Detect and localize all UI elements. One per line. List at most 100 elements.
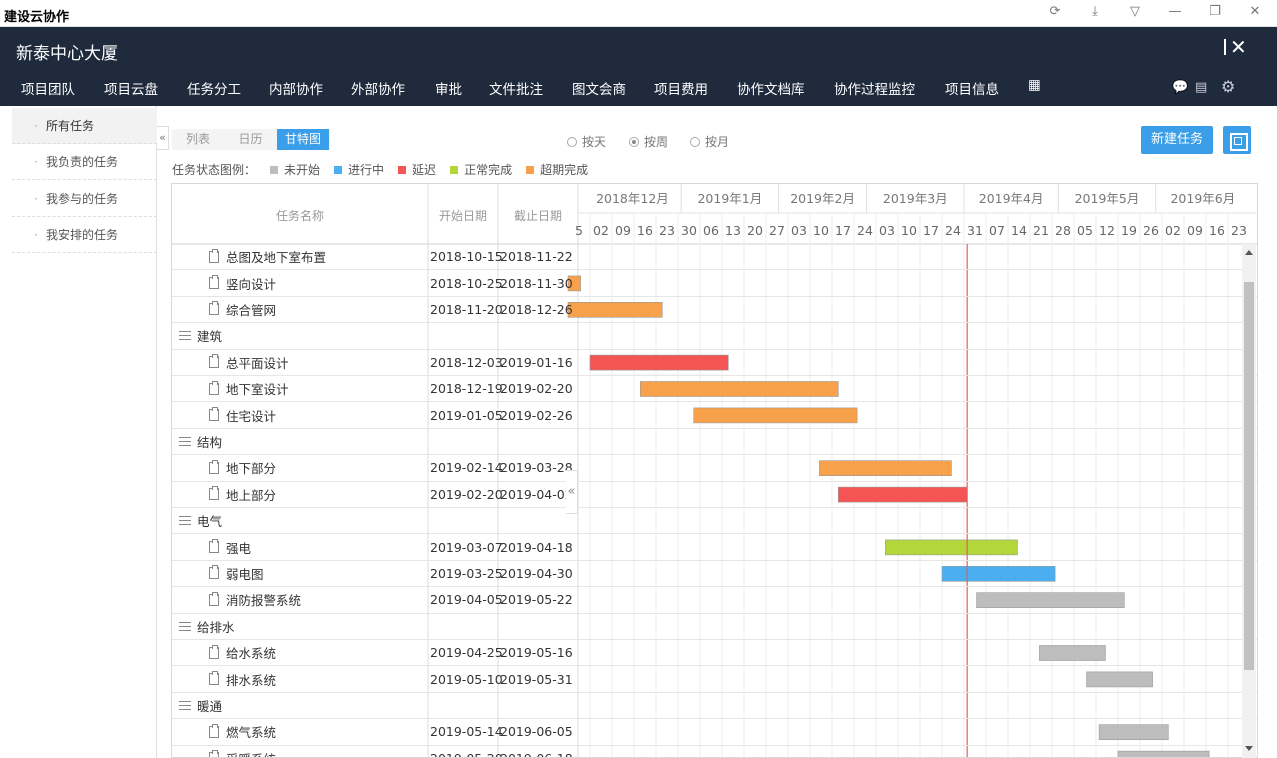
settings-icon[interactable]: ⚙: [1221, 77, 1235, 96]
nav-tab-6[interactable]: 文件批注: [489, 78, 543, 98]
table-row[interactable]: 强电 2019-03-07 2019-04-18: [172, 534, 1257, 561]
apps-grid-icon[interactable]: ▦: [1028, 77, 1041, 93]
list-icon: [179, 516, 191, 526]
scale-radio-1[interactable]: 按周: [629, 133, 668, 150]
table-row[interactable]: 消防报警系统 2019-04-05 2019-05-22: [172, 587, 1257, 614]
new-task-button[interactable]: 新建任务: [1141, 126, 1213, 154]
start-date: 2018-12-19: [430, 381, 503, 397]
table-row[interactable]: 地下部分 2019-02-14 2019-03-28: [172, 455, 1257, 482]
task-name: 排水系统: [226, 672, 277, 688]
table-row[interactable]: 弱电图 2019-03-25 2019-04-30: [172, 561, 1257, 588]
task-name-cell: 电气: [179, 508, 222, 533]
nav-tab-8[interactable]: 项目费用: [654, 78, 708, 98]
end-date: 2019-05-22: [500, 592, 573, 608]
task-name: 强电: [226, 540, 252, 556]
list-icon: [179, 700, 191, 710]
restore-icon[interactable]: ❐: [1200, 2, 1230, 22]
nav-tab-11[interactable]: 项目信息: [945, 78, 999, 98]
group-row[interactable]: 电气: [172, 508, 1257, 535]
end-date: 2019-04-18: [500, 539, 573, 555]
clipboard-icon: [209, 539, 219, 554]
group-row[interactable]: 暖通: [172, 693, 1257, 720]
scale-radio-label: 按天: [582, 135, 607, 149]
nav-tab-7[interactable]: 图文会商: [572, 78, 626, 98]
week-tick-label: 26: [1143, 223, 1159, 238]
start-date: 2019-04-25: [430, 645, 503, 661]
sidebar-item-0[interactable]: 所有任务: [12, 108, 157, 144]
app-header: 新泰中心大厦 ✕ 项目团队 项目云盘 任务分工 内部协作 外部协作 审批 文件批注 图文会商 项…: [0, 27, 1277, 109]
gantt-grid: 5 02 09 16 23 30 06 13 20 27 03 10 17 24 03 10 17 24 31 07 1…: [171, 183, 1258, 758]
panel-splitter-button[interactable]: «: [566, 470, 578, 514]
scale-radio-0[interactable]: 按天: [567, 133, 606, 150]
clipboard-icon: [209, 750, 219, 757]
legend-swatch: [398, 166, 407, 174]
week-tick-label: 09: [615, 223, 631, 238]
dropdown-icon[interactable]: ▽: [1120, 2, 1150, 22]
month-label: 2019年2月: [790, 191, 855, 206]
scale-radio-label: 按月: [705, 135, 730, 149]
group-row[interactable]: 结构: [172, 429, 1257, 456]
table-row[interactable]: 地下室设计 2018-12-19 2019-02-20: [172, 376, 1257, 403]
week-tick-label: 14: [1011, 223, 1027, 238]
scroll-thumb[interactable]: [1244, 282, 1254, 670]
start-date: 2019-05-10: [430, 671, 503, 687]
sidebar-collapse-button[interactable]: «: [157, 126, 169, 150]
column-header-start: 开始日期: [438, 209, 487, 223]
fullscreen-icon[interactable]: [1223, 126, 1251, 154]
table-row[interactable]: 竖向设计 2018-10-25 2018-11-30: [172, 270, 1257, 297]
nav-tab-9[interactable]: 协作文档库: [737, 78, 805, 98]
close-icon[interactable]: ✕: [1240, 2, 1270, 22]
chat-icon[interactable]: 💬: [1172, 80, 1188, 95]
table-row[interactable]: 总图及地下室布置 2018-10-15 2018-11-22: [172, 244, 1257, 271]
sidebar-item-1[interactable]: 我负责的任务: [12, 144, 157, 181]
week-tick-label: 10: [901, 223, 917, 238]
sidebar-item-3[interactable]: 我安排的任务: [12, 217, 157, 253]
view-tab-1[interactable]: 日历: [225, 129, 277, 150]
scale-radio-2[interactable]: 按月: [690, 133, 729, 150]
month-label: 2019年1月: [697, 191, 762, 206]
minimize-icon[interactable]: —: [1160, 2, 1190, 22]
download-icon[interactable]: ⤓: [1080, 2, 1110, 22]
table-row[interactable]: 综合管网 2018-11-20 2018-12-26: [172, 297, 1257, 324]
table-row[interactable]: 给水系统 2019-04-25 2019-05-16: [172, 640, 1257, 667]
month-label: 2019年5月: [1075, 191, 1140, 206]
nav-tab-2[interactable]: 任务分工: [183, 78, 245, 109]
nav-tab-4[interactable]: 外部协作: [351, 78, 405, 98]
scroll-down-icon[interactable]: [1245, 746, 1253, 751]
table-row[interactable]: 采暖系统 2019-05-202019-06-18: [172, 746, 1257, 757]
task-name-cell: 弱电图: [209, 561, 264, 586]
group-row[interactable]: 建筑: [172, 323, 1257, 350]
task-name-cell: 住宅设计: [209, 402, 276, 427]
month-label: 2019年3月: [883, 191, 948, 206]
end-date: 2018-11-30: [500, 275, 573, 291]
nav-tab-10[interactable]: 协作过程监控: [834, 78, 915, 98]
end-date: 2019-04-30: [500, 565, 573, 581]
refresh-icon[interactable]: ⟳: [1040, 2, 1070, 22]
nav-tab-5[interactable]: 审批: [435, 78, 462, 98]
sidebar-item-2[interactable]: 我参与的任务: [12, 181, 157, 217]
table-row[interactable]: 地上部分 2019-02-20 2019-04-02: [172, 482, 1257, 508]
task-name: 综合管网: [226, 302, 277, 318]
view-tab-0[interactable]: 列表: [172, 129, 224, 150]
table-row[interactable]: 总平面设计 2018-12-03 2019-01-16: [172, 350, 1257, 376]
task-name-cell: 消防报警系统: [209, 587, 301, 612]
nav-tab-1[interactable]: 项目云盘: [104, 78, 158, 98]
start-date: 2019-04-05: [430, 592, 503, 608]
table-row[interactable]: 住宅设计 2019-01-05 2019-02-26: [172, 402, 1257, 429]
week-tick-label: 5: [575, 223, 583, 238]
task-name-cell: 总图及地下室布置: [209, 244, 326, 269]
nav-tab-0[interactable]: 项目团队: [21, 78, 75, 98]
week-tick-label: 02: [593, 223, 609, 238]
clipboard-icon: [209, 671, 219, 686]
table-row[interactable]: 燃气系统 2019-05-14 2019-06-05: [172, 719, 1257, 746]
view-tab-2[interactable]: 甘特图: [277, 129, 329, 150]
table-row[interactable]: 排水系统 2019-05-10 2019-05-31: [172, 666, 1257, 693]
vertical-scrollbar[interactable]: [1242, 244, 1256, 758]
scroll-up-icon[interactable]: [1245, 250, 1253, 255]
nav-tab-3[interactable]: 内部协作: [269, 78, 323, 98]
task-name: 地下部分: [226, 461, 277, 477]
group-row[interactable]: 给排水: [172, 614, 1257, 640]
header-close-icon[interactable]: ✕: [1224, 35, 1247, 59]
note-icon[interactable]: ▤: [1195, 80, 1207, 95]
legend-swatch: [270, 166, 279, 174]
